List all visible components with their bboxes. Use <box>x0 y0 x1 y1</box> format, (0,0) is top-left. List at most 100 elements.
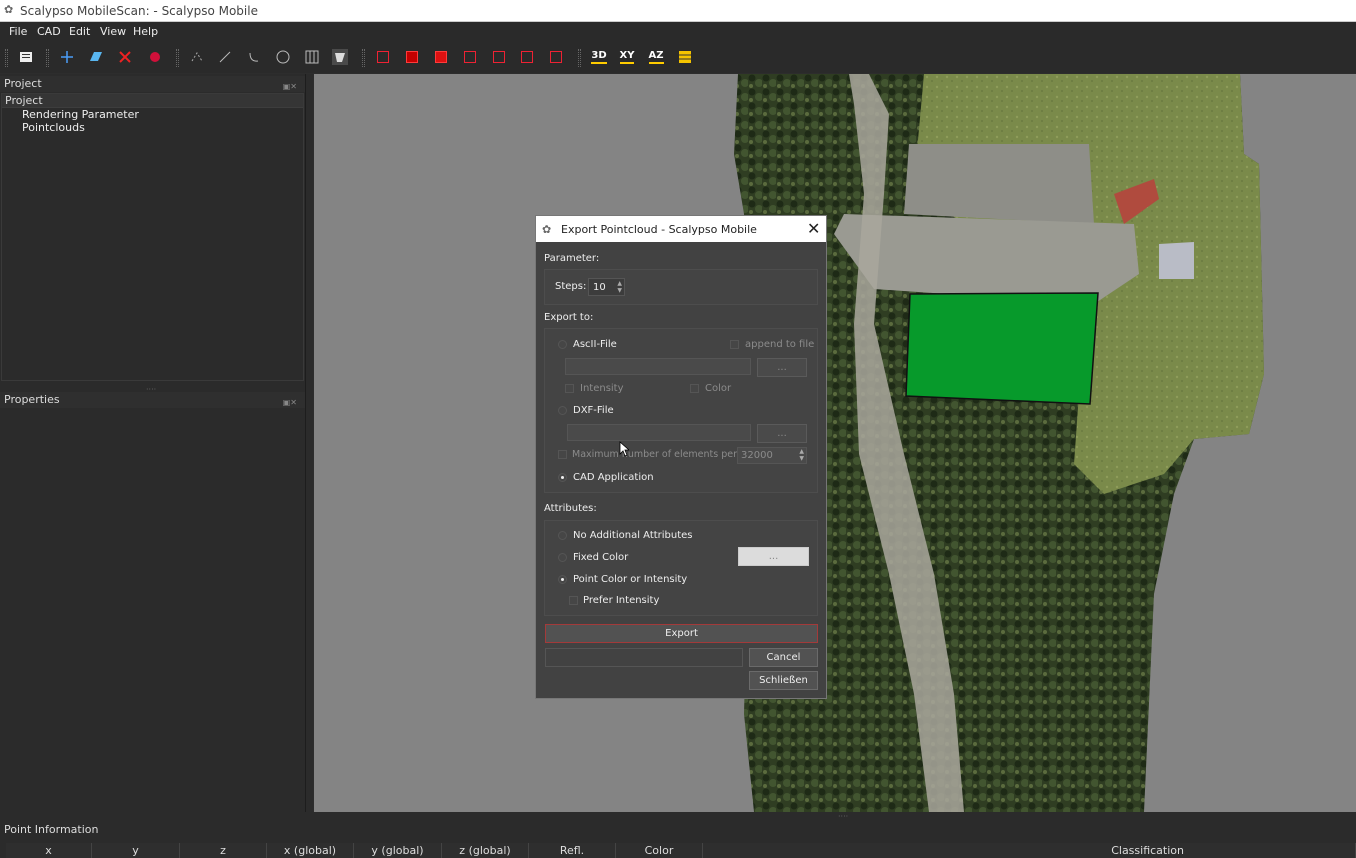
prefer-intensity-checkbox[interactable] <box>569 596 578 605</box>
steps-value: 10 <box>593 282 606 293</box>
max-elements-label: Maximum number of elements per file <box>572 449 755 460</box>
steps-label: Steps: <box>555 281 587 292</box>
cad-application-radio[interactable] <box>558 473 567 482</box>
toolbar-separator <box>362 49 365 67</box>
view-front-icon[interactable] <box>375 49 391 65</box>
tree-item-label: Pointclouds <box>22 121 85 134</box>
append-to-file-checkbox[interactable] <box>730 340 739 349</box>
project-dock-title: Project <box>4 77 42 90</box>
circle-tool-icon[interactable] <box>275 49 291 65</box>
max-elements-checkbox[interactable] <box>558 450 567 459</box>
dock-float-close-icon[interactable]: ▣✕ <box>283 395 297 411</box>
fixed-color-label: Fixed Color <box>573 552 629 563</box>
no-additional-label: No Additional Attributes <box>573 530 693 541</box>
export-to-group: AscII-File append to file ... Intensity … <box>544 328 818 493</box>
dialog-title-bar: ✿ Export Pointcloud - Scalypso Mobile ✕ <box>536 216 826 242</box>
project-dock-header: Project ▣✕ <box>0 76 305 92</box>
close-icon[interactable]: ✕ <box>807 219 820 238</box>
view-right-icon[interactable] <box>519 49 535 65</box>
parameter-label: Parameter: <box>544 253 600 264</box>
column-header-classification[interactable]: Classification <box>703 843 1356 858</box>
selection-region[interactable] <box>905 292 1099 405</box>
mesh-tool-icon[interactable] <box>332 49 348 65</box>
surface-icon[interactable] <box>88 49 104 65</box>
project-tree: Project Rendering Parameter ▶ Pointcloud… <box>1 93 304 381</box>
column-header-z[interactable]: z <box>180 843 267 858</box>
toolbar-separator <box>46 49 49 67</box>
column-header-y-global[interactable]: y (global) <box>354 843 442 858</box>
tree-item-rendering-parameter[interactable]: Rendering Parameter <box>2 108 303 121</box>
spin-up-icon[interactable]: ▲ <box>799 448 804 455</box>
spin-down-icon[interactable]: ▼ <box>799 455 804 462</box>
parameter-group: Steps: 10 ▲ ▼ <box>544 269 818 305</box>
view-az-icon[interactable]: AZ <box>648 49 664 65</box>
view-back-icon[interactable] <box>404 49 420 65</box>
color-label: Color <box>705 383 732 394</box>
export-to-label: Export to: <box>544 312 594 323</box>
max-elements-spinbox[interactable]: 32000 ▲ ▼ <box>737 447 807 464</box>
view-left-icon[interactable] <box>491 49 507 65</box>
menu-cad[interactable]: CAD <box>37 25 61 38</box>
dxf-file-path-field[interactable] <box>567 424 751 441</box>
dxf-browse-button[interactable]: ... <box>757 424 807 443</box>
column-header-color[interactable]: Color <box>616 843 703 858</box>
view-iso-icon[interactable] <box>548 49 564 65</box>
close-button[interactable]: Schließen <box>749 671 818 690</box>
dxf-file-radio[interactable] <box>558 406 567 415</box>
view-top-icon[interactable] <box>433 49 449 65</box>
column-header-y[interactable]: y <box>92 843 180 858</box>
cancel-red-icon[interactable] <box>147 49 163 65</box>
tree-item-pointclouds[interactable]: ▶ Pointclouds <box>2 121 303 134</box>
crosshair-icon[interactable] <box>59 49 75 65</box>
point-cloud-viewport[interactable] <box>314 74 1356 812</box>
spin-down-icon[interactable]: ▼ <box>617 287 622 294</box>
app-logo-icon: ✿ <box>542 223 552 236</box>
column-header-z-global[interactable]: z (global) <box>442 843 529 858</box>
open-project-icon[interactable] <box>18 49 34 65</box>
spin-up-icon[interactable]: ▲ <box>617 280 622 287</box>
steps-spinbox[interactable]: 10 ▲ ▼ <box>588 278 625 296</box>
color-checkbox[interactable] <box>690 384 699 393</box>
view-3d-icon[interactable]: 3D <box>591 49 607 65</box>
column-header-x-global[interactable]: x (global) <box>267 843 354 858</box>
ascii-browse-button[interactable]: ... <box>757 358 807 377</box>
max-elements-value: 32000 <box>741 450 773 461</box>
ascii-file-label: AscII-File <box>573 339 617 350</box>
export-button[interactable]: Export <box>545 624 818 643</box>
ascii-file-radio[interactable] <box>558 340 567 349</box>
menu-help[interactable]: Help <box>133 25 158 38</box>
fixed-color-radio[interactable] <box>558 553 567 562</box>
view-xy-icon[interactable]: XY <box>619 49 635 65</box>
dock-resize-handle[interactable]: ···· <box>838 812 848 821</box>
columns-tool-icon[interactable] <box>304 49 320 65</box>
column-header-x[interactable]: x <box>6 843 92 858</box>
intensity-checkbox[interactable] <box>565 384 574 393</box>
ascii-file-path-field[interactable] <box>565 358 751 375</box>
line-tool-icon[interactable] <box>217 49 233 65</box>
arc-tool-icon[interactable] <box>246 49 262 65</box>
table-icon[interactable] <box>677 49 693 65</box>
cancel-button[interactable]: Cancel <box>749 648 818 667</box>
menu-file[interactable]: File <box>9 25 27 38</box>
export-pointcloud-dialog: ✿ Export Pointcloud - Scalypso Mobile ✕ … <box>535 215 827 699</box>
title-bar: ✿ Scalypso MobileScan: - Scalypso Mobile <box>0 0 1356 22</box>
point-color-radio[interactable] <box>558 575 567 584</box>
delete-points-icon[interactable] <box>117 49 133 65</box>
intensity-label: Intensity <box>580 383 624 394</box>
column-header-refl[interactable]: Refl. <box>529 843 616 858</box>
point-cloud-render[interactable] <box>314 74 1356 812</box>
panel-splitter[interactable] <box>305 74 313 812</box>
properties-dock-header: Properties ▣✕ <box>0 392 305 408</box>
toolbar-separator <box>176 49 179 67</box>
point-info-title: Point Information <box>4 823 99 836</box>
menu-view[interactable]: View <box>100 25 126 38</box>
menu-edit[interactable]: Edit <box>69 25 90 38</box>
progress-bar <box>545 648 743 667</box>
view-bottom-icon[interactable] <box>462 49 478 65</box>
attributes-group: No Additional Attributes Fixed Color ...… <box>544 520 818 616</box>
append-to-file-label: append to file <box>745 339 815 350</box>
fixed-color-picker-button[interactable]: ... <box>738 547 809 566</box>
dxf-file-label: DXF-File <box>573 405 614 416</box>
no-additional-radio[interactable] <box>558 531 567 540</box>
point-select-icon[interactable] <box>189 49 205 65</box>
